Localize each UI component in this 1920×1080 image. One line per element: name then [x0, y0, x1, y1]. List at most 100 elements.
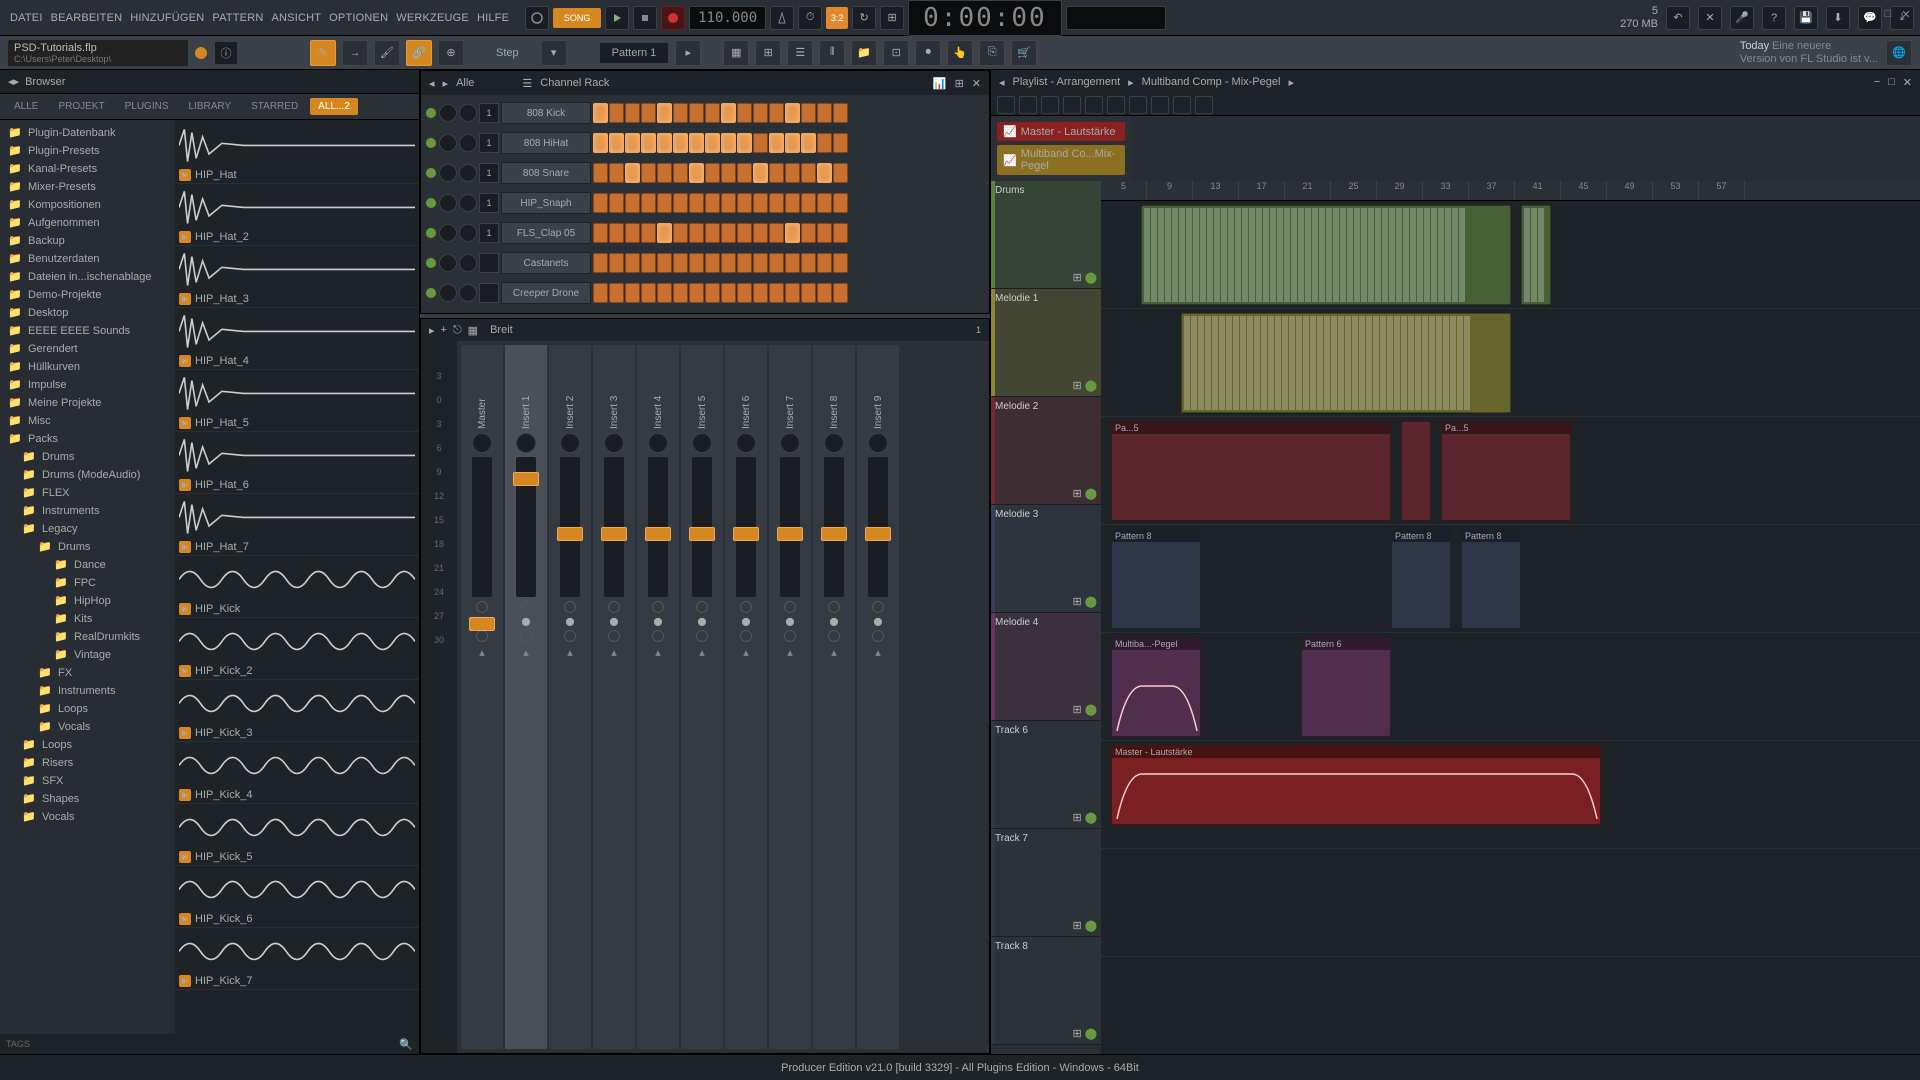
fx-enable[interactable] [740, 601, 752, 613]
step-button[interactable] [689, 133, 704, 153]
pan-knob[interactable] [560, 433, 580, 453]
tree-item[interactable]: 📁Demo-Projekte [0, 286, 175, 304]
tree-item[interactable]: 📁FPC [0, 574, 175, 592]
tool-stamp[interactable]: ⊕ [438, 40, 464, 66]
tree-item[interactable]: 📁Risers [0, 754, 175, 772]
step-button[interactable] [609, 103, 624, 123]
pl-tool-select[interactable] [1129, 96, 1147, 114]
browser-tree[interactable]: 📁Plugin-Datenbank📁Plugin-Presets📁Kanal-P… [0, 120, 175, 1034]
step-button[interactable] [785, 193, 800, 213]
vol-knob[interactable] [459, 194, 477, 212]
step-button[interactable] [689, 163, 704, 183]
pan-knob[interactable] [516, 433, 536, 453]
pan-knob[interactable] [439, 224, 457, 242]
playlist-min-icon[interactable]: − [1874, 76, 1880, 88]
sample-row[interactable]: ▸HIP_Kick_3 [175, 680, 419, 742]
track-mute-icon[interactable]: ⬤ [1085, 703, 1097, 716]
file-info[interactable]: PSD-Tutorials.flp C:\Users\Peter\Desktop… [8, 40, 188, 66]
tool-paint[interactable]: 🖌 [374, 40, 400, 66]
step-button[interactable] [609, 163, 624, 183]
pl-tool-mute[interactable] [1173, 96, 1191, 114]
channel-number[interactable]: 1 [479, 163, 499, 183]
step-button[interactable] [673, 103, 688, 123]
pan-knob[interactable] [780, 433, 800, 453]
step-button[interactable] [593, 253, 608, 273]
playlist-clip[interactable] [1181, 313, 1511, 413]
channel-number[interactable]: 1 [479, 133, 499, 153]
send-target[interactable] [608, 630, 620, 642]
track-mute-icon[interactable]: ⬤ [1085, 487, 1097, 500]
tree-item[interactable]: 📁Shapes [0, 790, 175, 808]
pl-tool-slip[interactable] [1195, 96, 1213, 114]
cr-expand-icon[interactable]: ⊞ [955, 77, 964, 90]
playlist-row[interactable]: Multiba...-PegelPattern 6 [1101, 633, 1920, 741]
fader[interactable] [516, 457, 536, 597]
step-button[interactable] [721, 223, 736, 243]
step-button[interactable] [641, 193, 656, 213]
mute-led[interactable] [425, 197, 437, 209]
hint-icon[interactable]: ⓘ [214, 41, 238, 65]
mixer-track[interactable]: Insert 6⬤▴ [725, 345, 767, 1049]
sample-row[interactable]: ▸HIP_Kick_5 [175, 804, 419, 866]
minimize-button[interactable]: − [1862, 6, 1878, 22]
send-target[interactable] [872, 630, 884, 642]
view-browser-icon[interactable]: 📁 [851, 40, 877, 66]
pan-knob[interactable] [472, 433, 492, 453]
step-button[interactable] [817, 163, 832, 183]
step-button[interactable] [817, 223, 832, 243]
settings-icon[interactable]: ✕ [1698, 6, 1722, 30]
tempo-tap-icon[interactable]: ⏺ [915, 40, 941, 66]
pl-tool-draw[interactable] [1063, 96, 1081, 114]
menu-tools[interactable]: WERKZEUGE [392, 8, 473, 28]
tree-item[interactable]: 📁Aufgenommen [0, 214, 175, 232]
pattern-selector[interactable]: Pattern 1 [599, 42, 670, 64]
time-marker[interactable]: 21 [1285, 181, 1331, 200]
step-button[interactable] [721, 283, 736, 303]
pan-knob[interactable] [604, 433, 624, 453]
sample-row[interactable]: ▸HIP_Hat_7 [175, 494, 419, 556]
pl-tool-slice[interactable] [1107, 96, 1125, 114]
step-button[interactable] [593, 283, 608, 303]
snap-mode[interactable]: Step [496, 47, 519, 59]
vol-knob[interactable] [459, 284, 477, 302]
tree-item[interactable]: 📁Instruments [0, 502, 175, 520]
track-mute-icon[interactable]: ⬤ [1085, 595, 1097, 608]
step-button[interactable] [737, 283, 752, 303]
pan-knob[interactable] [736, 433, 756, 453]
pl-tool-play[interactable] [997, 96, 1015, 114]
time-marker[interactable]: 37 [1469, 181, 1515, 200]
time-marker[interactable]: 25 [1331, 181, 1377, 200]
fx-enable[interactable] [520, 601, 532, 613]
step-button[interactable] [801, 283, 816, 303]
globe-icon[interactable]: 🌐 [1886, 40, 1912, 66]
tree-item[interactable]: 📁Meine Projekte [0, 394, 175, 412]
pan-knob[interactable] [824, 433, 844, 453]
step-button[interactable] [657, 103, 672, 123]
browser-tab-project[interactable]: PROJEKT [50, 98, 112, 115]
mixer-track[interactable]: Insert 3⬤▴ [593, 345, 635, 1049]
channel-name[interactable]: Creeper Drone [501, 282, 591, 304]
mixer-link-icon[interactable]: ⎋ [453, 324, 462, 337]
tree-item[interactable]: 📁Vocals [0, 808, 175, 826]
step-button[interactable] [785, 253, 800, 273]
send-target[interactable] [828, 630, 840, 642]
channel-row[interactable]: 1808 Snare [425, 159, 985, 187]
step-button[interactable] [673, 223, 688, 243]
step-button[interactable] [609, 193, 624, 213]
pattern-next[interactable]: ▸ [675, 40, 701, 66]
vol-knob[interactable] [459, 104, 477, 122]
playlist-breadcrumb[interactable]: Multiband Comp - Mix-Pegel [1142, 76, 1281, 88]
step-button[interactable] [721, 133, 736, 153]
tree-item[interactable]: 📁Legacy [0, 520, 175, 538]
step-button[interactable] [721, 103, 736, 123]
tree-item[interactable]: 📁FX [0, 664, 175, 682]
sample-row[interactable]: ▸HIP_Hat_4 [175, 308, 419, 370]
automation-clip-multiband[interactable]: 📈Multiband Co...Mix-Pegel [997, 145, 1125, 175]
tree-item[interactable]: 📁FLEX [0, 484, 175, 502]
step-button[interactable] [689, 103, 704, 123]
step-button[interactable] [737, 193, 752, 213]
mixer-track[interactable]: Insert 5⬤▴ [681, 345, 723, 1049]
step-button[interactable] [785, 223, 800, 243]
playlist-row[interactable]: Pa...5Pa...5 [1101, 417, 1920, 525]
channel-row[interactable]: Creeper Drone [425, 279, 985, 307]
